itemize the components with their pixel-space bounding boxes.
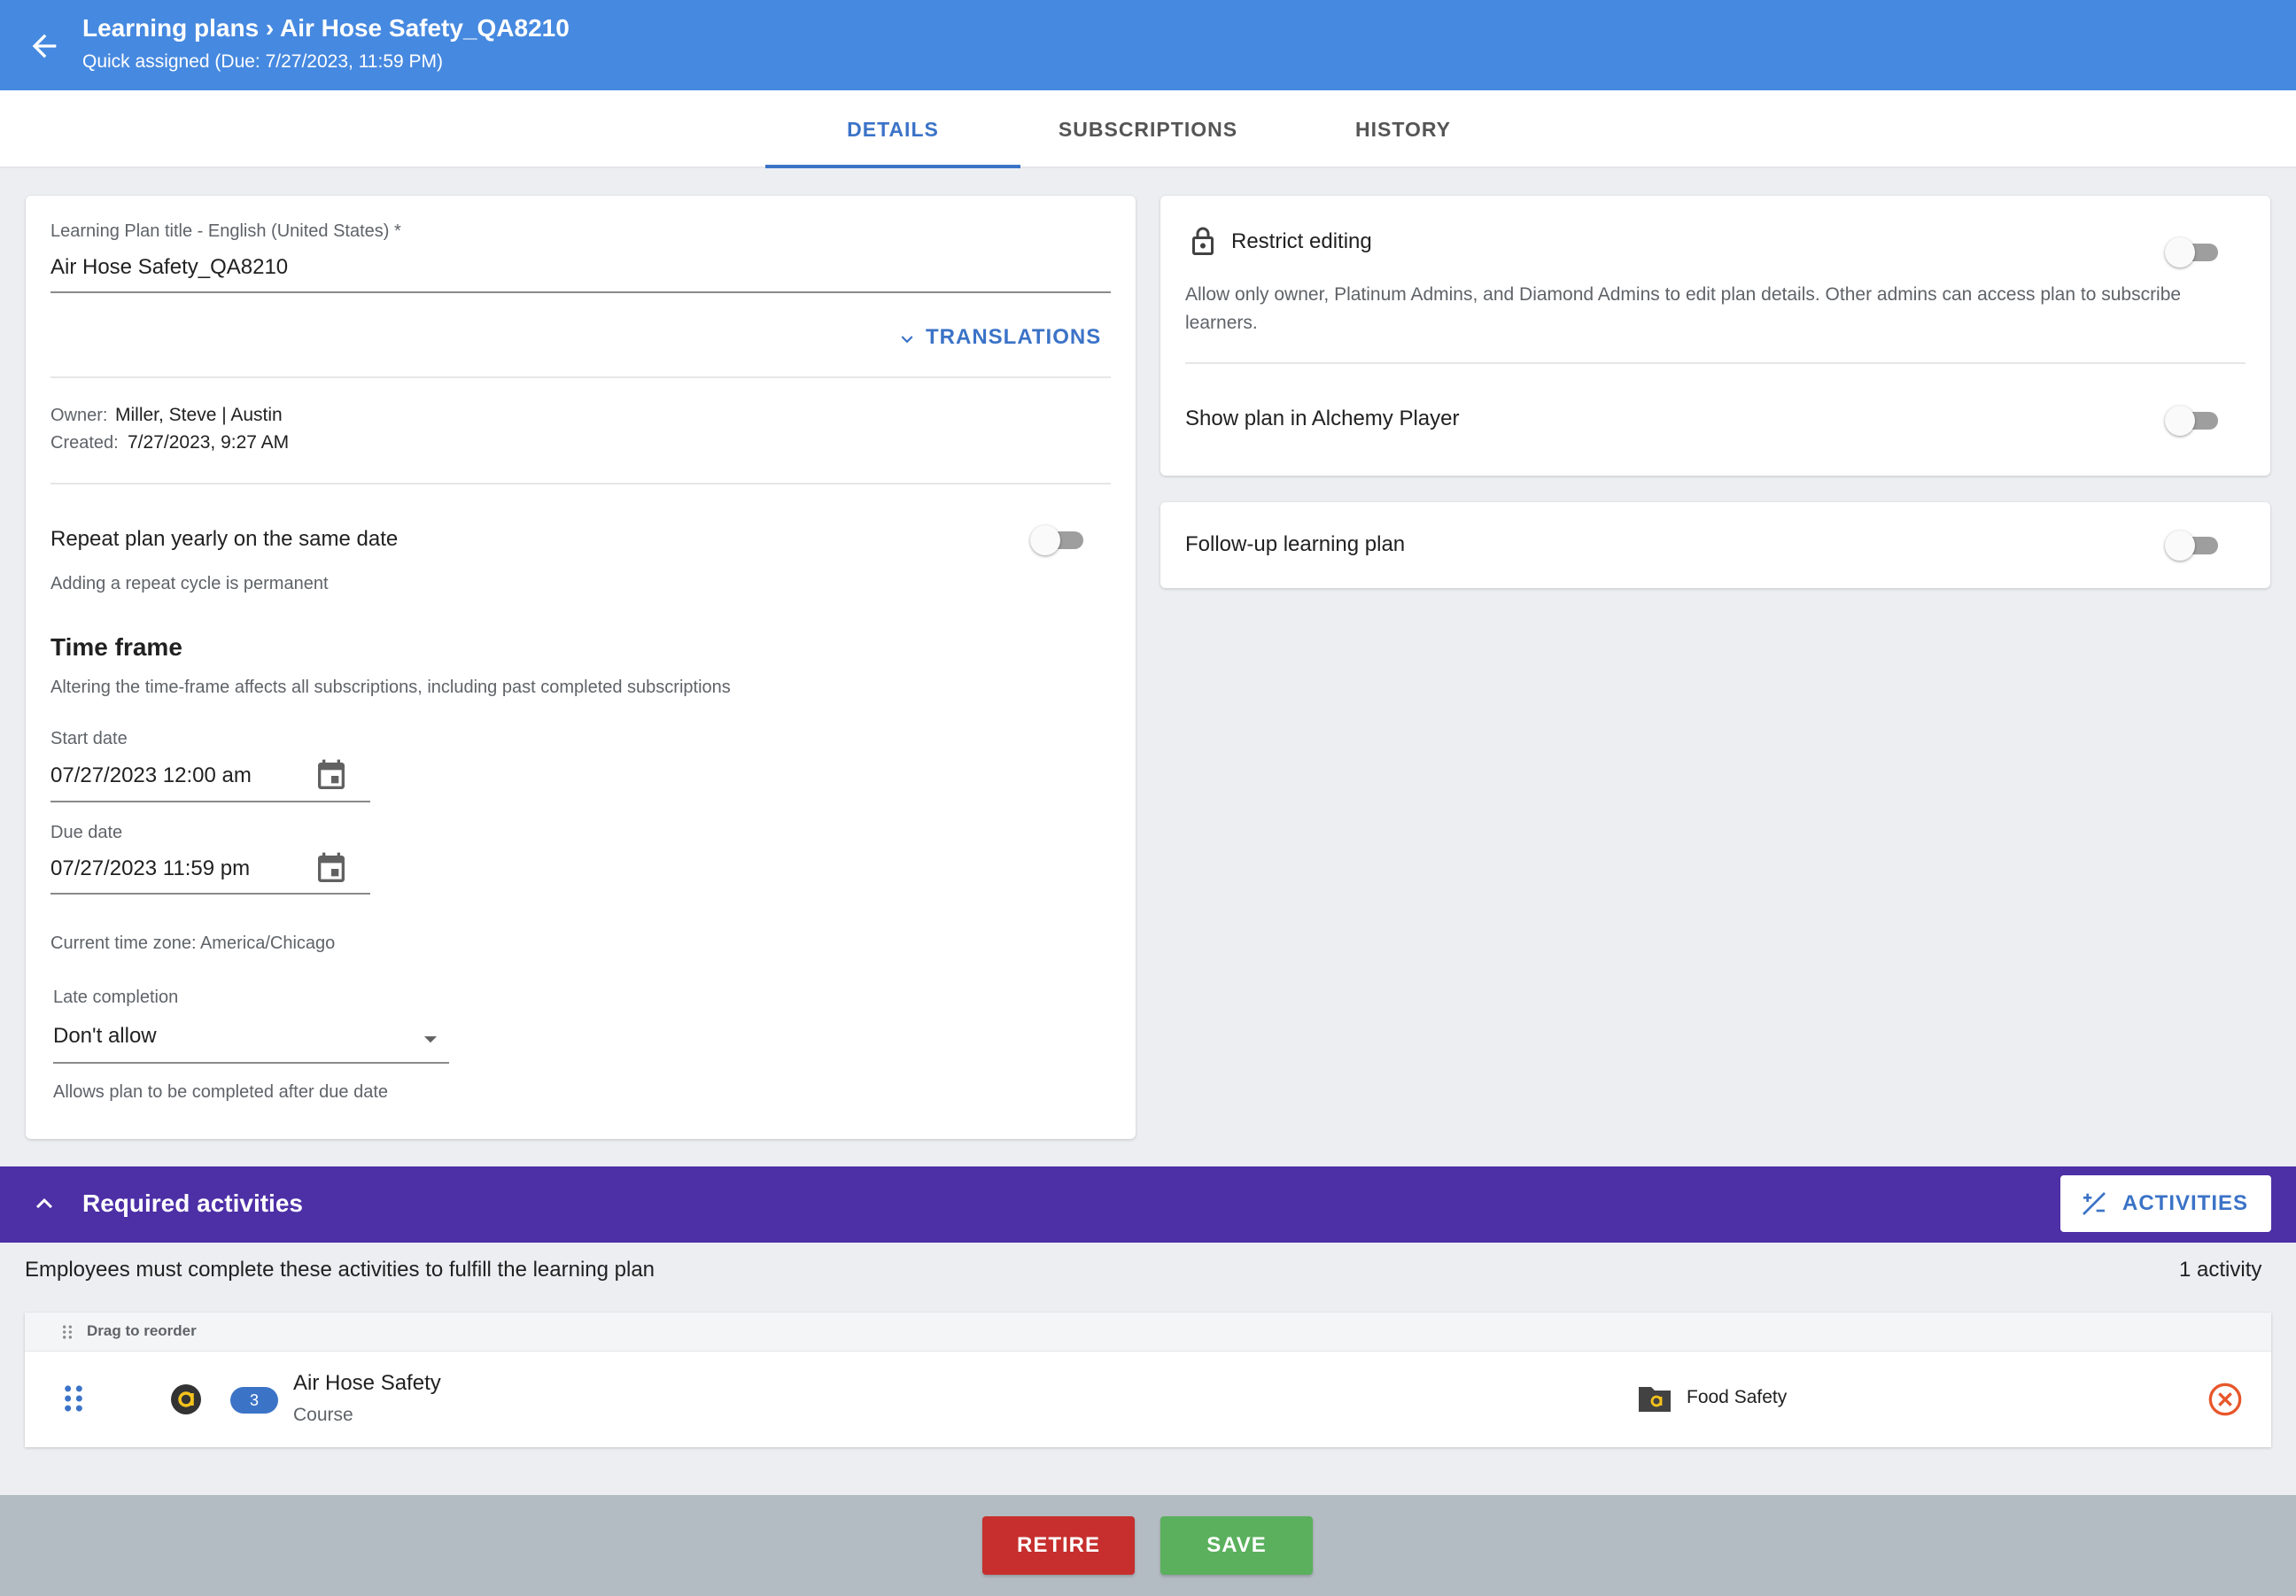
late-completion-select[interactable]: Don't allow	[53, 1024, 157, 1049]
version-badge: 3	[230, 1387, 278, 1414]
drag-to-reorder-label: Drag to reorder	[87, 1322, 197, 1339]
followup-card: Follow-up learning plan	[1160, 502, 2270, 588]
timeframe-help: Altering the time-frame affects all subs…	[50, 678, 731, 697]
late-completion-help: Allows plan to be completed after due da…	[53, 1082, 389, 1102]
lock-icon	[1192, 227, 1214, 255]
created-label: Created:	[50, 433, 119, 453]
repeat-plan-label: Repeat plan yearly on the same date	[50, 527, 399, 551]
start-date-underline	[50, 801, 370, 802]
dropdown-arrow-icon[interactable]	[415, 1024, 446, 1054]
activity-type: Course	[293, 1405, 353, 1425]
activities-table: Drag to reorder 3 Air Hose Safety Course…	[25, 1313, 2271, 1447]
chevron-down-icon	[901, 336, 913, 344]
activity-count: 1 activity	[2179, 1258, 2262, 1282]
app-header: Learning plans › Air Hose Safety_QA8210 …	[0, 0, 2296, 90]
table-row: 3 Air Hose Safety Course Food Safety	[25, 1352, 2271, 1447]
chevron-up-icon[interactable]	[28, 1188, 60, 1220]
required-activities-heading: Required activities	[82, 1189, 303, 1217]
late-completion-label: Late completion	[53, 988, 179, 1007]
folder-icon	[1639, 1387, 1671, 1412]
activities-button-label: ACTIVITIES	[2122, 1191, 2249, 1215]
tab-subscriptions[interactable]: SUBSCRIPTIONS	[1020, 90, 1276, 168]
restrict-editing-help: Allow only owner, Platinum Admins, and D…	[1185, 284, 2182, 333]
tab-bar: DETAILS SUBSCRIPTIONS HISTORY	[0, 90, 2296, 168]
show-in-player-toggle[interactable]	[2165, 404, 2222, 436]
settings-card: Restrict editing Allow only owner, Plati…	[1160, 196, 2270, 476]
timeframe-heading: Time frame	[50, 633, 182, 661]
due-date-input[interactable]: 07/27/2023 11:59 pm	[50, 856, 250, 881]
late-completion-underline	[53, 1062, 449, 1064]
divider	[1185, 362, 2246, 364]
restrict-editing-toggle[interactable]	[2165, 236, 2222, 267]
repeat-plan-help: Adding a repeat cycle is permanent	[50, 574, 329, 593]
save-button[interactable]: SAVE	[1160, 1516, 1313, 1575]
translations-label: TRANSLATIONS	[926, 325, 1102, 349]
activities-button[interactable]: ACTIVITIES	[2060, 1175, 2271, 1232]
divider	[50, 483, 1111, 484]
retire-button[interactable]: RETIRE	[982, 1516, 1135, 1575]
page-title: Learning plans › Air Hose Safety_QA8210	[82, 14, 570, 42]
drag-handle-icon	[63, 1325, 72, 1339]
table-header: Drag to reorder	[25, 1313, 2271, 1352]
required-activities-description: Employees must complete these activities…	[25, 1258, 655, 1282]
repeat-plan-toggle[interactable]	[1030, 523, 1087, 555]
page-subtitle: Quick assigned (Due: 7/27/2023, 11:59 PM…	[82, 51, 444, 72]
activity-folder: Food Safety	[1687, 1387, 1788, 1407]
restrict-editing-label: Restrict editing	[1231, 229, 1372, 253]
followup-plan-label: Follow-up learning plan	[1185, 532, 1406, 556]
followup-plan-toggle[interactable]	[2165, 529, 2222, 561]
translations-button[interactable]: TRANSLATIONS	[896, 320, 1113, 355]
due-date-label: Due date	[50, 823, 123, 842]
remove-circle-icon[interactable]	[2207, 1382, 2243, 1417]
divider	[50, 376, 1111, 378]
timezone-text: Current time zone: America/Chicago	[50, 934, 336, 953]
details-card: Learning Plan title - English (United St…	[26, 196, 1136, 1139]
owner-value: Miller, Steve | Austin	[115, 405, 283, 425]
drag-handle-icon[interactable]	[57, 1382, 90, 1415]
calendar-icon[interactable]	[314, 851, 349, 887]
due-date-underline	[50, 893, 370, 895]
owner-label: Owner:	[50, 406, 108, 425]
footer-bar: RETIRE SAVE	[0, 1495, 2296, 1596]
show-in-player-label: Show plan in Alchemy Player	[1185, 407, 1460, 430]
edit-list-icon	[2083, 1192, 2106, 1215]
back-arrow-icon[interactable]	[27, 28, 62, 64]
start-date-input[interactable]: 07/27/2023 12:00 am	[50, 763, 252, 788]
required-activities-bar: Required activities ACTIVITIES	[0, 1166, 2296, 1243]
calendar-icon[interactable]	[314, 758, 349, 794]
tab-history[interactable]: HISTORY	[1276, 90, 1531, 168]
title-input[interactable]: Air Hose Safety_QA8210	[50, 255, 288, 280]
start-date-label: Start date	[50, 729, 128, 748]
activity-title[interactable]: Air Hose Safety	[293, 1371, 441, 1396]
alchemy-logo-icon	[171, 1384, 201, 1414]
title-input-underline	[50, 291, 1111, 293]
title-field-label: Learning Plan title - English (United St…	[50, 221, 401, 241]
tab-details[interactable]: DETAILS	[765, 90, 1020, 168]
created-value: 7/27/2023, 9:27 AM	[128, 432, 290, 453]
